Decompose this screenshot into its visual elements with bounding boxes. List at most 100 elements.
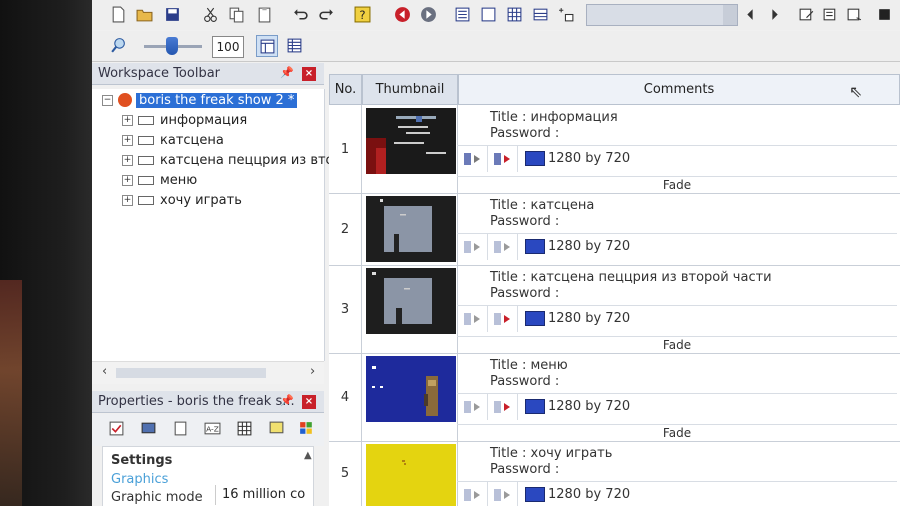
table-row[interactable]: 2 Title : катсцена Password : 1280 by 72… <box>329 193 900 266</box>
frame-icon[interactable] <box>478 4 498 24</box>
expand-icon[interactable]: + <box>122 114 133 126</box>
workspace-header: Workspace Toolbar 📌 × <box>92 63 324 85</box>
tree-item-frame[interactable]: + хочу играть <box>122 191 242 209</box>
pin-icon[interactable]: 📌 <box>280 394 294 407</box>
column-header-thumbnail[interactable]: Thumbnail <box>362 74 458 105</box>
monitor-icon <box>525 311 545 326</box>
cut-icon[interactable] <box>200 4 220 24</box>
collapse-icon[interactable]: − <box>102 94 113 106</box>
scroll-right-icon[interactable]: › <box>310 364 315 379</box>
comment-icon[interactable] <box>266 418 286 438</box>
chevron-down-icon[interactable] <box>723 5 737 25</box>
next-link-icon[interactable] <box>487 306 518 332</box>
frame-thumbnail[interactable] <box>366 268 456 334</box>
next-link-icon[interactable] <box>487 234 518 260</box>
expand-icon[interactable]: + <box>122 174 133 186</box>
column-header-no[interactable]: No. <box>329 74 362 105</box>
list-view-icon[interactable] <box>284 35 304 55</box>
pin-icon[interactable]: 📌 <box>280 66 294 79</box>
undo-icon[interactable] <box>290 4 310 24</box>
row-number: 1 <box>329 105 362 193</box>
column-header-comments[interactable]: Comments <box>458 74 900 105</box>
frame-thumbnail[interactable] <box>366 444 456 506</box>
workspace-close-button[interactable]: × <box>302 67 316 81</box>
redo-icon[interactable] <box>316 4 336 24</box>
tree-item-frame[interactable]: + катсцена <box>122 131 224 149</box>
next-link-icon[interactable] <box>487 482 518 506</box>
scroll-up-icon[interactable]: ▲ <box>304 450 312 461</box>
zoom-slider-thumb[interactable] <box>166 37 178 55</box>
frame-thumbnail[interactable] <box>366 108 456 174</box>
scroll-left-icon[interactable]: ‹ <box>102 364 107 379</box>
tree-item-frame[interactable]: + меню <box>122 171 197 189</box>
row-number: 5 <box>329 441 362 506</box>
properties-close-button[interactable]: × <box>302 395 316 409</box>
next-link-icon[interactable] <box>487 394 518 420</box>
sort-az-icon[interactable]: A-Z <box>202 418 222 438</box>
table-icon[interactable] <box>530 4 550 24</box>
frame-title: Title : хочу играть <box>490 446 613 461</box>
prev-link-icon[interactable] <box>457 482 488 506</box>
tree-item-frame[interactable]: + катсцена пеццрия из втор <box>122 151 342 169</box>
frame-thumbnail[interactable] <box>366 356 456 422</box>
frame-password: Password : <box>490 374 560 389</box>
grid-icon[interactable] <box>234 418 254 438</box>
windows-icon[interactable] <box>296 418 316 438</box>
frame-select[interactable] <box>586 4 738 26</box>
expand-icon[interactable]: + <box>122 134 133 146</box>
checklist-icon[interactable] <box>106 418 126 438</box>
prev-link-icon[interactable] <box>457 146 488 172</box>
page-icon[interactable] <box>170 418 190 438</box>
forward-icon[interactable] <box>418 4 438 24</box>
next-arrow-icon[interactable] <box>764 4 784 24</box>
stop-icon[interactable] <box>874 4 894 24</box>
prev-arrow-icon[interactable] <box>740 4 760 24</box>
frame-resolution: 1280 by 720 <box>548 399 631 414</box>
frame-resolution: 1280 by 720 <box>548 151 631 166</box>
tree-scrollbar[interactable]: ‹ › <box>92 361 324 384</box>
table-row[interactable]: 5 Title : хочу играть Password : 1280 by… <box>329 441 900 506</box>
frame-icon <box>138 195 154 205</box>
expand-icon[interactable]: + <box>122 194 133 206</box>
frame-list-icon[interactable] <box>820 4 840 24</box>
back-icon[interactable] <box>392 4 412 24</box>
insert-frame-icon[interactable] <box>556 4 576 24</box>
settings-heading: Settings <box>111 453 173 468</box>
save-icon[interactable] <box>162 4 182 24</box>
prev-link-icon[interactable] <box>457 234 488 260</box>
display-icon[interactable] <box>138 418 158 438</box>
frame-transition[interactable]: Fade <box>457 424 897 442</box>
help-icon[interactable]: ? <box>352 4 372 24</box>
graphics-section[interactable]: Graphics <box>111 472 168 487</box>
zoom-icon[interactable] <box>108 35 128 55</box>
scrollbar-thumb[interactable] <box>116 368 266 378</box>
prev-link-icon[interactable] <box>457 306 488 332</box>
next-link-icon[interactable] <box>487 146 518 172</box>
grid-icon[interactable] <box>504 4 524 24</box>
graphic-mode-value[interactable]: 16 million co <box>215 485 322 505</box>
storyboard-view-icon[interactable] <box>256 35 278 57</box>
copy-icon[interactable] <box>226 4 246 24</box>
frame-controls: 1280 by 720 <box>457 481 897 506</box>
tree-item-frame[interactable]: + информация <box>122 111 247 129</box>
frame-thumbnail[interactable] <box>366 196 456 262</box>
monitor-icon <box>525 399 545 414</box>
expand-icon[interactable]: + <box>122 154 133 166</box>
table-row[interactable]: 3 Title : катсцена пеццрия из второй час… <box>329 265 900 354</box>
frame-transition[interactable]: Fade <box>457 336 897 354</box>
open-icon[interactable] <box>134 4 154 24</box>
paste-icon[interactable] <box>254 4 274 24</box>
table-row[interactable]: 4 Title : меню Password : 1280 by 720 Fa… <box>329 353 900 442</box>
frame-transition[interactable]: Fade <box>457 176 897 194</box>
new-icon[interactable] <box>108 4 128 24</box>
main-toolbar: ? <box>92 0 900 30</box>
tree-root[interactable]: − boris the freak show 2 * <box>102 91 298 109</box>
frame-export-icon[interactable] <box>844 4 864 24</box>
prev-link-icon[interactable] <box>457 394 488 420</box>
frame-icon <box>138 175 154 185</box>
frame-resolution: 1280 by 720 <box>548 311 631 326</box>
edit-frame-icon[interactable] <box>796 4 816 24</box>
table-row[interactable]: 1 Title : информация Password : 1280 by … <box>329 105 900 194</box>
zoom-value-field[interactable]: 100 <box>212 36 244 58</box>
view-list-icon[interactable] <box>452 4 472 24</box>
